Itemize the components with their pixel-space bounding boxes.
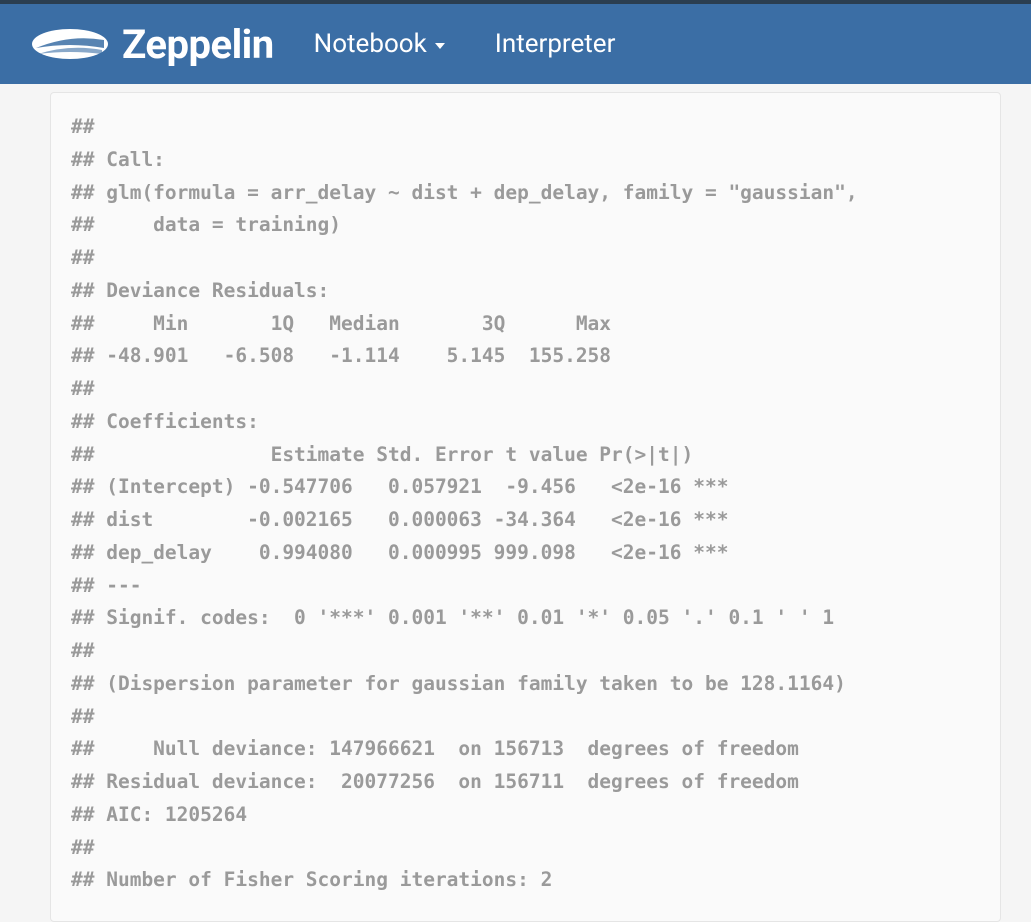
nav: Notebook Interpreter (314, 29, 616, 59)
output-panel: ## ## Call: ## glm(formula = arr_delay ~… (50, 92, 1001, 922)
output-text: ## ## Call: ## glm(formula = arr_delay ~… (71, 111, 980, 897)
topbar: Zeppelin Notebook Interpreter (0, 4, 1031, 84)
nav-interpreter[interactable]: Interpreter (495, 29, 616, 59)
zeppelin-logo-icon (30, 24, 110, 64)
brand[interactable]: Zeppelin (30, 21, 274, 68)
nav-notebook-label: Notebook (314, 29, 427, 59)
brand-text: Zeppelin (122, 21, 274, 68)
nav-interpreter-label: Interpreter (495, 29, 616, 59)
topbar-shadow: Zeppelin Notebook Interpreter (0, 0, 1031, 84)
chevron-down-icon (435, 43, 445, 49)
nav-notebook[interactable]: Notebook (314, 29, 445, 59)
content-area: ## ## Call: ## glm(formula = arr_delay ~… (0, 84, 1031, 922)
